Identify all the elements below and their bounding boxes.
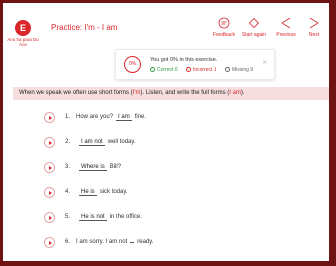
question-after: in the office. bbox=[109, 214, 142, 220]
play-icon[interactable] bbox=[44, 112, 55, 123]
answer-input[interactable]: I am not bbox=[79, 139, 105, 146]
question-number: 3. bbox=[65, 164, 71, 170]
incorrect-count: Incorrect 1 bbox=[185, 67, 217, 73]
previous-label: Previous bbox=[276, 32, 296, 38]
answer-input[interactable]: He is not bbox=[79, 214, 107, 221]
missing-count: Missing 9 bbox=[224, 67, 254, 73]
play-icon[interactable] bbox=[44, 237, 55, 248]
instruction-text-2: ). Listen, and write the full forms ( bbox=[140, 90, 230, 96]
cross-icon bbox=[185, 67, 191, 72]
exercise-page: E Ano ha para Do Ace Practice: I'm - I a… bbox=[3, 3, 329, 261]
answer-input[interactable]: Where is bbox=[79, 164, 107, 171]
answer-input[interactable]: I am bbox=[116, 114, 132, 121]
question-row: 1. How are you? I am fine. bbox=[3, 108, 329, 133]
next-icon bbox=[309, 17, 319, 29]
restart-icon bbox=[248, 17, 260, 29]
feedback-icon bbox=[218, 17, 230, 29]
correct-count: Correct 0 bbox=[150, 67, 178, 73]
score-badge: 0% bbox=[124, 56, 141, 73]
question-number: 6. bbox=[65, 239, 71, 245]
result-stats: Correct 0 Incorrect 1 Missing 9 bbox=[150, 67, 260, 73]
play-icon[interactable] bbox=[44, 187, 55, 198]
instruction-text-3: ). bbox=[240, 90, 245, 96]
question-number: 2. bbox=[65, 139, 71, 145]
question-text: 3. Where is Bill? bbox=[65, 164, 121, 171]
check-icon bbox=[150, 67, 155, 72]
next-label: Next bbox=[308, 32, 320, 38]
question-row: 6. I am sorry. I am not ready. bbox=[3, 233, 329, 258]
feedback-label: Feedback bbox=[213, 32, 235, 38]
question-number: 1. bbox=[65, 114, 71, 120]
result-panel: 0% You got 0% in this exercise. Correct … bbox=[115, 49, 275, 80]
answer-input[interactable] bbox=[130, 242, 135, 243]
play-icon[interactable] bbox=[44, 162, 55, 173]
play-icon[interactable] bbox=[44, 137, 55, 148]
previous-button[interactable]: Previous bbox=[271, 17, 301, 38]
question-text: 2. I am not well today. bbox=[65, 139, 136, 146]
question-row: 2. I am not well today. bbox=[3, 133, 329, 158]
question-after: sick today. bbox=[99, 189, 128, 195]
question-row: 3. Where is Bill? bbox=[3, 158, 329, 183]
play-icon[interactable] bbox=[44, 212, 55, 223]
question-before: I am sorry. I am not bbox=[76, 239, 128, 245]
start-again-button[interactable]: Start again bbox=[239, 17, 269, 38]
feedback-button[interactable]: Feedback bbox=[209, 17, 239, 38]
question-text: 1. How are you? I am fine. bbox=[65, 114, 146, 121]
question-row: 4. He is sick today. bbox=[3, 183, 329, 208]
instruction-highlight-short: I'm bbox=[132, 90, 141, 96]
start-again-label: Start again bbox=[241, 32, 267, 38]
question-number: 5. bbox=[65, 214, 71, 220]
previous-icon bbox=[281, 17, 291, 29]
question-row: 5. He is not in the office. bbox=[3, 208, 329, 233]
answer-input[interactable]: He is bbox=[79, 189, 97, 196]
close-icon[interactable]: × bbox=[262, 59, 267, 67]
question-list: 1. How are you? I am fine. 2. I am not well t… bbox=[3, 108, 329, 258]
question-number: 4. bbox=[65, 189, 71, 195]
question-text: 6. I am sorry. I am not ready. bbox=[65, 239, 153, 245]
question-before: How are you? bbox=[76, 114, 114, 120]
missing-label: Missing 9 bbox=[231, 67, 254, 73]
question-text: 5. He is not in the office. bbox=[65, 214, 142, 221]
correct-label: Correct 0 bbox=[157, 67, 178, 73]
logo-icon[interactable]: E bbox=[15, 20, 31, 36]
instruction-bar: When we speak we often use short forms (… bbox=[13, 87, 329, 100]
next-button[interactable]: Next bbox=[299, 17, 329, 38]
instruction-text-1: When we speak we often use short forms ( bbox=[19, 90, 133, 96]
back-label[interactable]: Ano ha para Do Ace bbox=[6, 37, 40, 47]
question-after: well today. bbox=[107, 139, 136, 145]
result-message: You got 0% in this exercise. bbox=[150, 57, 218, 63]
question-text: 4. He is sick today. bbox=[65, 189, 128, 196]
clock-icon bbox=[224, 67, 230, 72]
page-title: Practice: I'm - I am bbox=[51, 23, 118, 32]
incorrect-label: Incorrect 1 bbox=[192, 67, 217, 73]
instruction-highlight-full: I am bbox=[229, 90, 241, 96]
question-after: ready. bbox=[137, 239, 154, 245]
question-after: Bill? bbox=[109, 164, 122, 170]
question-after: fine. bbox=[134, 114, 147, 120]
